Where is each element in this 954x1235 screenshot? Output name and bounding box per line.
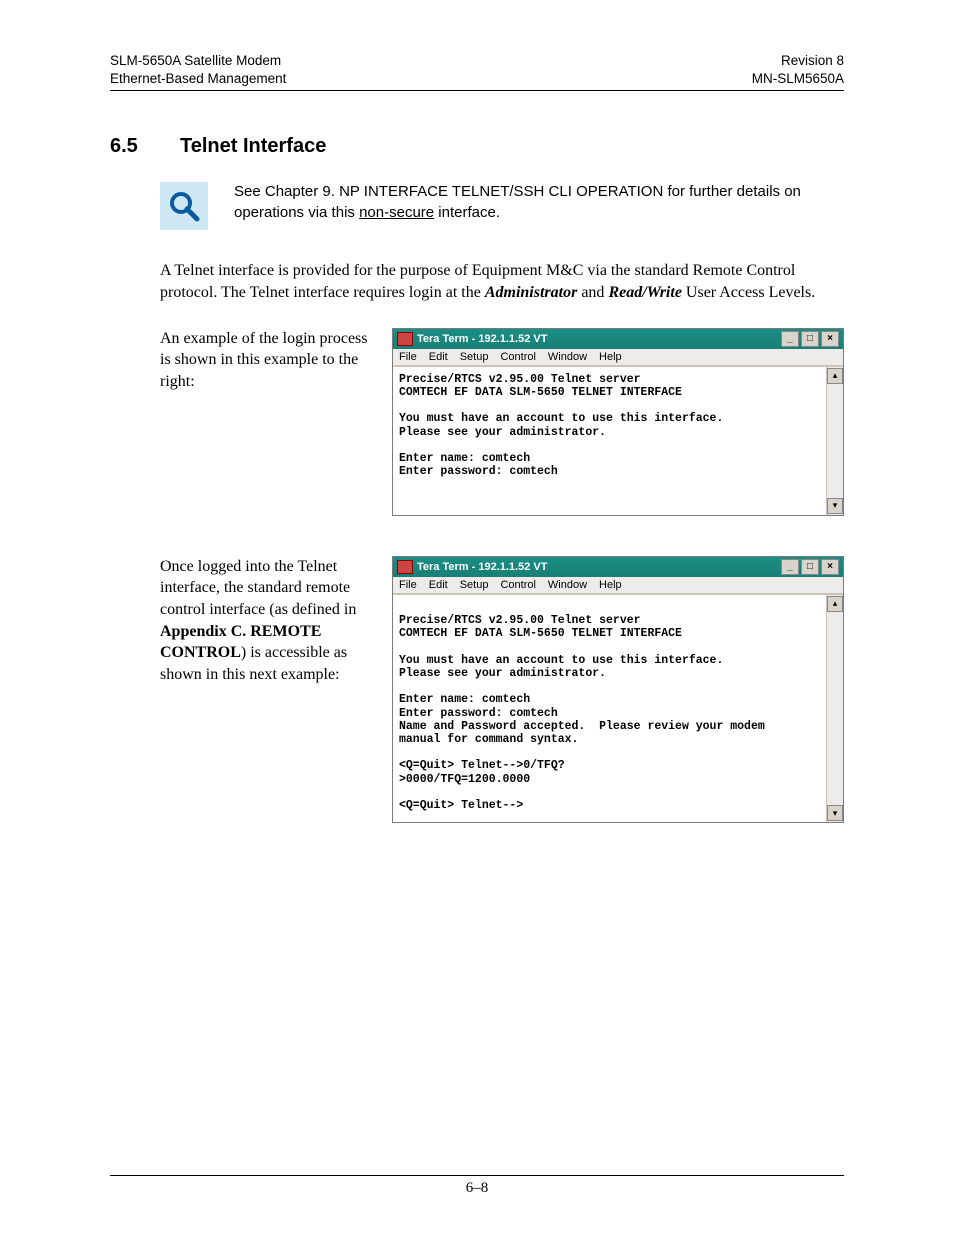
menu-file[interactable]: File [399, 351, 417, 363]
minimize-button[interactable]: _ [781, 331, 799, 347]
note-text: See Chapter 9. NP INTERFACE TELNET/SSH C… [234, 182, 844, 223]
minimize-button[interactable]: _ [781, 559, 799, 575]
menu-edit[interactable]: Edit [429, 351, 448, 363]
magnifier-icon [160, 182, 208, 230]
window-title: Tera Term - 192.1.1.52 VT [417, 561, 547, 573]
menu-setup[interactable]: Setup [460, 351, 489, 363]
scrollbar[interactable]: ▴ ▾ [826, 366, 843, 515]
terminal-output: Precise/RTCS v2.95.00 Telnet server COMT… [393, 594, 826, 823]
section-number: 6.5 [110, 135, 180, 158]
example-1-caption: An example of the login process is shown… [160, 328, 392, 393]
info-note: See Chapter 9. NP INTERFACE TELNET/SSH C… [160, 182, 844, 230]
page-header: SLM-5650A Satellite Modem Ethernet-Based… [110, 52, 844, 91]
terminal-output: Precise/RTCS v2.95.00 Telnet server COMT… [393, 366, 826, 515]
page-number: 6–8 [466, 1180, 489, 1196]
menu-window[interactable]: Window [548, 579, 587, 591]
menu-edit[interactable]: Edit [429, 579, 448, 591]
terminal-titlebar[interactable]: Tera Term - 192.1.1.52 VT _ □ × [393, 557, 843, 577]
scroll-up-icon[interactable]: ▴ [827, 368, 843, 384]
window-title: Tera Term - 192.1.1.52 VT [417, 333, 547, 345]
scroll-up-icon[interactable]: ▴ [827, 596, 843, 612]
scroll-down-icon[interactable]: ▾ [827, 498, 843, 514]
scroll-down-icon[interactable]: ▾ [827, 805, 843, 821]
terminal-menubar: File Edit Setup Control Window Help [393, 349, 843, 366]
section-title-text: Telnet Interface [180, 135, 326, 157]
terminal-titlebar[interactable]: Tera Term - 192.1.1.52 VT _ □ × [393, 329, 843, 349]
example-2-caption: Once logged into the Telnet interface, t… [160, 556, 392, 686]
page-footer: 6–8 [110, 1175, 844, 1197]
terminal-window-2: Tera Term - 192.1.1.52 VT _ □ × File Edit… [392, 556, 844, 824]
menu-file[interactable]: File [399, 579, 417, 591]
maximize-button[interactable]: □ [801, 559, 819, 575]
terminal-menubar: File Edit Setup Control Window Help [393, 577, 843, 594]
menu-help[interactable]: Help [599, 351, 622, 363]
header-left-1: SLM-5650A Satellite Modem [110, 52, 286, 70]
intro-paragraph: A Telnet interface is provided for the p… [160, 260, 844, 303]
example-1: An example of the login process is shown… [160, 328, 844, 516]
menu-help[interactable]: Help [599, 579, 622, 591]
section-heading: 6.5Telnet Interface [110, 135, 844, 158]
close-button[interactable]: × [821, 559, 839, 575]
header-right-1: Revision 8 [752, 52, 844, 70]
menu-setup[interactable]: Setup [460, 579, 489, 591]
scrollbar[interactable]: ▴ ▾ [826, 594, 843, 823]
close-button[interactable]: × [821, 331, 839, 347]
app-icon [397, 560, 413, 574]
menu-control[interactable]: Control [500, 351, 535, 363]
document-page: SLM-5650A Satellite Modem Ethernet-Based… [0, 0, 954, 1235]
menu-window[interactable]: Window [548, 351, 587, 363]
header-left-2: Ethernet-Based Management [110, 70, 286, 88]
terminal-window-1: Tera Term - 192.1.1.52 VT _ □ × File Edit… [392, 328, 844, 516]
menu-control[interactable]: Control [500, 579, 535, 591]
header-right-2: MN-SLM5650A [752, 70, 844, 88]
maximize-button[interactable]: □ [801, 331, 819, 347]
example-2: Once logged into the Telnet interface, t… [160, 556, 844, 824]
app-icon [397, 332, 413, 346]
